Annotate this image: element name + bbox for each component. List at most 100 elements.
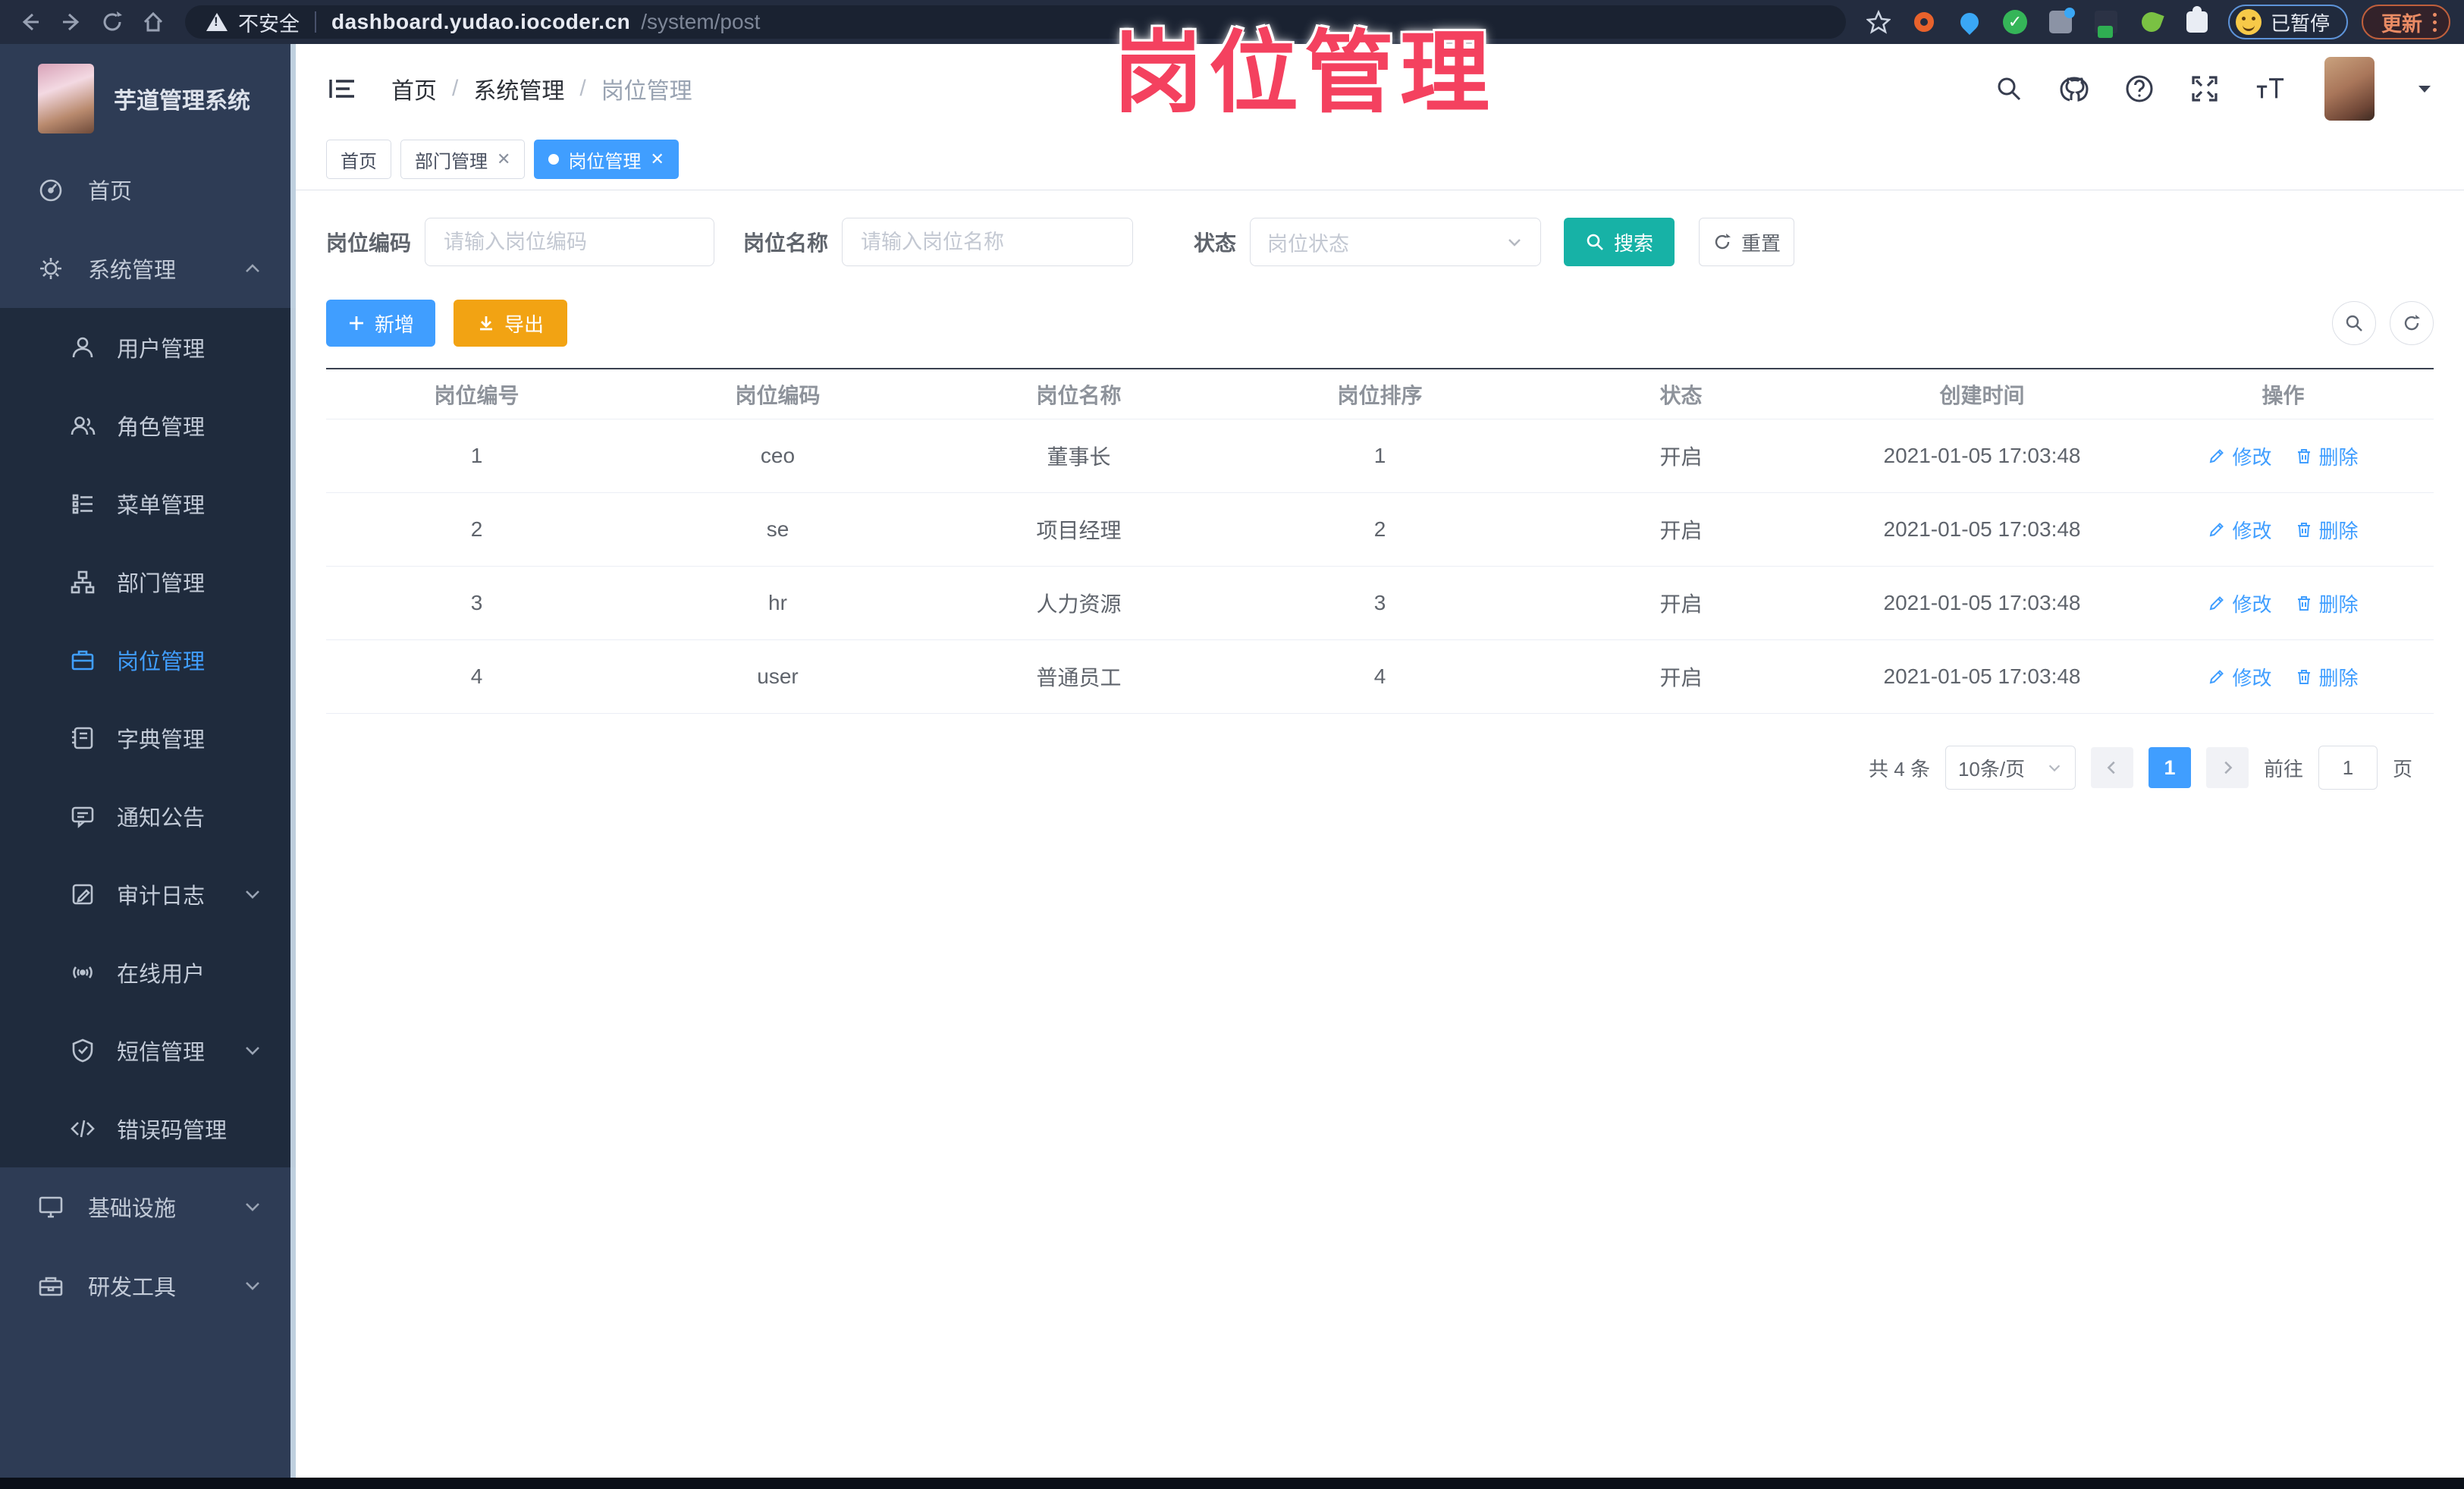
tags-view-bar: 首页 部门管理 岗位管理 [296,134,2464,190]
sidebar-item-label: 字典管理 [117,727,206,752]
sidebar-item-posts[interactable]: 岗位管理 [0,620,296,699]
paused-label: 已暂停 [2270,11,2330,35]
breadcrumb-separator: / [452,76,459,101]
cell-actions: 修改 删除 [2133,663,2434,691]
back-icon[interactable] [14,5,47,39]
browser-update-button[interactable]: 更新 [2362,5,2450,39]
status-label: 状态 [1194,231,1237,255]
add-button[interactable]: 新增 [326,300,435,347]
delete-link[interactable]: 删除 [2295,442,2359,470]
edit-link[interactable]: 修改 [2208,589,2272,617]
shield-icon [70,1038,96,1063]
browser-menu-dots-icon[interactable] [2433,12,2437,32]
sidebar-item-label: 通知公告 [117,806,206,831]
toggle-search-button[interactable] [2332,301,2376,345]
extensions-puzzle-icon[interactable] [2184,6,2210,35]
edit-link[interactable]: 修改 [2208,442,2272,470]
insecure-warning-icon [206,13,228,31]
page-size-select[interactable]: 10条/页 [1945,746,2076,790]
user-avatar[interactable] [2324,57,2375,121]
post-name-input[interactable] [842,218,1134,266]
help-icon[interactable] [2124,74,2155,104]
reset-button[interactable]: 重置 [1699,218,1795,266]
cell-actions: 修改 删除 [2133,589,2434,617]
url-divider [315,11,316,33]
pagination: 共 4 条 10条/页 1 前往 1 页 [326,746,2434,790]
browser-nav [14,5,170,39]
chevron-down-icon [243,884,262,904]
sidebar-item-departments[interactable]: 部门管理 [0,542,296,620]
refresh-button[interactable] [2390,301,2434,345]
page-number-button[interactable]: 1 [2148,747,2191,788]
caret-down-icon[interactable] [2415,80,2434,98]
col-actions: 操作 [2262,383,2305,407]
post-code-input[interactable] [425,218,715,266]
status-select[interactable]: 岗位状态 [1250,218,1542,266]
edit-link[interactable]: 修改 [2208,516,2272,544]
sidebar-item-system[interactable]: 系统管理 [0,229,296,308]
cell-code: ceo [760,444,796,467]
sidebar-item-error-codes[interactable]: 错误码管理 [0,1089,296,1167]
delete-link[interactable]: 删除 [2295,589,2359,617]
fullscreen-icon[interactable] [2189,74,2220,104]
cell-name: 人力资源 [1036,592,1122,616]
delete-link[interactable]: 删除 [2295,663,2359,691]
prev-page-button[interactable] [2090,747,2133,788]
home-icon[interactable] [137,5,170,39]
cell-sort: 3 [1373,591,1386,614]
export-button[interactable]: 导出 [454,300,567,347]
extension-check-icon[interactable]: ✓ [2002,9,2028,35]
sidebar-item-devtools[interactable]: 研发工具 [0,1246,296,1325]
close-icon[interactable] [650,149,664,169]
extension-tag-manager-icon[interactable] [2093,9,2119,38]
search-icon[interactable] [1994,74,2024,104]
breadcrumb-home[interactable]: 首页 [391,72,437,105]
forward-icon[interactable] [55,5,88,39]
extension-orange-ring-icon[interactable] [1911,9,1937,35]
address-bar[interactable]: 不安全 dashboard.yudao.iocoder.cn/system/po… [185,5,1846,39]
sidebar-item-users[interactable]: 用户管理 [0,308,296,386]
extension-pin-icon[interactable] [1957,9,1982,35]
breadcrumb-system[interactable]: 系统管理 [473,72,564,105]
next-page-button[interactable] [2205,747,2249,788]
sidebar-item-menus[interactable]: 菜单管理 [0,464,296,542]
profile-paused-pill[interactable]: 已暂停 [2227,5,2348,39]
reload-icon[interactable] [96,5,129,39]
monitor-icon [36,1192,65,1221]
cell-actions: 修改 删除 [2133,442,2434,470]
sidebar-item-dicts[interactable]: 字典管理 [0,699,296,777]
sidebar-item-sms[interactable]: 短信管理 [0,1011,296,1089]
tab-departments[interactable]: 部门管理 [400,140,526,179]
sidebar-item-infrastructure[interactable]: 基础设施 [0,1167,296,1246]
close-icon[interactable] [497,149,510,169]
extension-leaf-icon[interactable] [2139,9,2164,35]
goto-page-input[interactable] [2318,746,2378,790]
sidebar-item-roles[interactable]: 角色管理 [0,386,296,464]
search-button[interactable]: 搜索 [1564,218,1675,266]
security-label: 不安全 [238,12,300,36]
browser-extensions: ✓ [1866,6,2210,38]
bottom-edge [0,1478,2464,1489]
tab-posts[interactable]: 岗位管理 [534,140,679,179]
table-row: 4 user 普通员工 4 开启 2021-01-05 17:03:48 修改 [326,640,2434,714]
delete-link[interactable]: 删除 [2295,516,2359,544]
tab-home[interactable]: 首页 [326,140,391,179]
extension-grid-icon[interactable] [2048,8,2075,35]
github-icon[interactable] [2059,74,2089,104]
sidebar-item-audit-logs[interactable]: 审计日志 [0,855,296,933]
briefcase-icon [70,647,96,673]
status-select-placeholder: 岗位状态 [1267,232,1350,256]
cell-code: hr [768,591,787,614]
col-post-name: 岗位名称 [1036,383,1122,407]
edit-link[interactable]: 修改 [2208,663,2272,691]
dashboard-icon [36,175,65,204]
breadcrumb: 首页 / 系统管理 / 岗位管理 [391,72,692,105]
sidebar-item-home[interactable]: 首页 [0,150,296,229]
sidebar-item-notices[interactable]: 通知公告 [0,777,296,855]
tab-label: 部门管理 [415,151,488,172]
sidebar-item-online-users[interactable]: 在线用户 [0,933,296,1011]
collapse-sidebar-icon[interactable] [326,73,358,105]
cell-status: 开启 [1659,592,1703,616]
bookmark-star-icon[interactable] [1866,9,1891,35]
font-size-icon[interactable] [2255,74,2285,104]
